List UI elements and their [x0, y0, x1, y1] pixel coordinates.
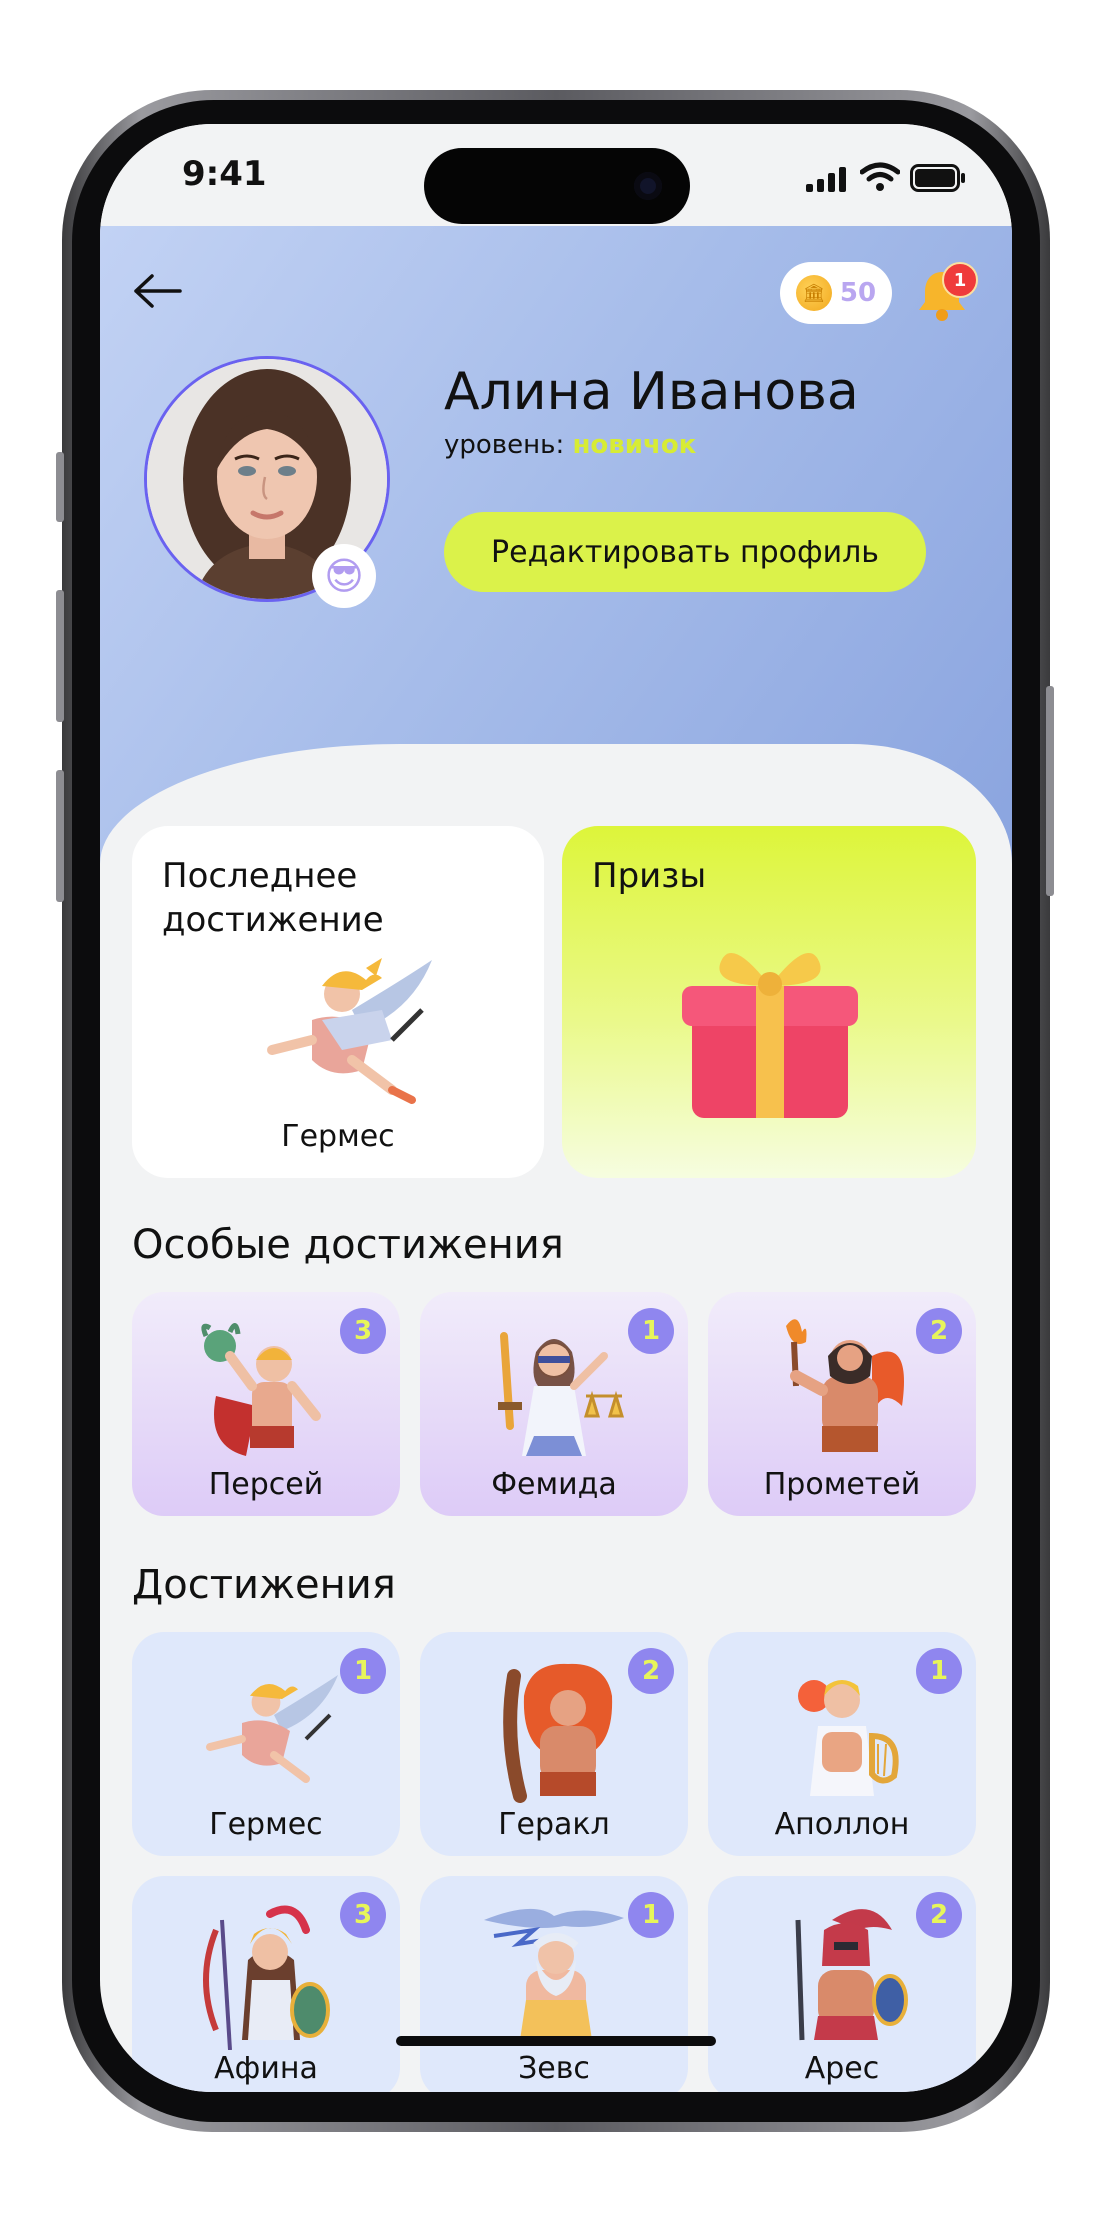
volume-down-button [56, 770, 64, 902]
special-achievement-themis[interactable]: 1 Фемида [420, 1292, 688, 1516]
user-level: уровень: новичок [444, 430, 696, 460]
prizes-card[interactable]: Призы [562, 826, 976, 1178]
tile-label: Гермес [209, 1807, 323, 1842]
themis-illustration [498, 1332, 625, 1456]
prizes-title: Призы [592, 856, 707, 896]
achievements-title: Достижения [132, 1562, 396, 1608]
count-badge: 2 [916, 1892, 962, 1938]
back-arrow-icon[interactable] [130, 264, 184, 318]
count-badge: 3 [340, 1892, 386, 1938]
apollo-illustration [798, 1680, 899, 1796]
volume-up-button [56, 590, 64, 722]
notification-badge: 1 [942, 262, 978, 298]
achievement-ares[interactable]: 2 Арес [708, 1876, 976, 2092]
coin-count: 50 [839, 278, 877, 308]
level-label: уровень: [444, 430, 565, 460]
home-indicator[interactable] [396, 2036, 716, 2046]
count-badge: 1 [628, 1892, 674, 1938]
tile-label: Зевс [518, 2051, 590, 2086]
achievement-athena[interactable]: 3 Афина [132, 1876, 400, 2092]
zeus-illustration [484, 1908, 624, 2040]
prometheus-illustration [786, 1319, 904, 1452]
perseus-illustration [201, 1323, 321, 1456]
coin-balance[interactable]: 🏛 50 [780, 262, 892, 324]
power-button [1046, 686, 1054, 896]
coin-icon: 🏛 [795, 275, 832, 311]
count-badge: 2 [628, 1648, 674, 1694]
hermes-illustration [267, 958, 432, 1104]
athena-illustration [203, 1905, 330, 2050]
gift-icon [682, 953, 858, 1118]
edit-profile-button[interactable]: Редактировать профиль [444, 512, 926, 592]
count-badge: 1 [916, 1648, 962, 1694]
tile-label: Афина [214, 2051, 318, 2086]
count-badge: 2 [916, 1308, 962, 1354]
mute-switch [56, 452, 64, 522]
count-badge: 3 [340, 1308, 386, 1354]
ares-illustration [795, 1909, 908, 2041]
count-badge: 1 [628, 1308, 674, 1354]
tile-label: Прометей [763, 1467, 921, 1502]
last-achievement-title-line1: Последнее [162, 856, 358, 896]
status-bar: 9:41 [100, 124, 1012, 226]
last-achievement-title-line2: достижение [162, 900, 384, 940]
tile-label: Геракл [498, 1807, 610, 1842]
last-achievement-card[interactable]: Последнее достижение Гермес [132, 826, 544, 1178]
user-name: Алина Иванова [444, 362, 859, 422]
count-badge: 1 [340, 1648, 386, 1694]
app-screen: 9:41 🏛 50 1 😎 Алина Иванова уровень: нов… [100, 124, 1012, 2092]
wifi-icon [860, 162, 900, 191]
smile-sunglasses-icon[interactable]: 😎 [312, 544, 376, 608]
hermes-illustration [206, 1675, 338, 1783]
heracles-illustration [503, 1663, 613, 1803]
battery-icon [910, 164, 965, 192]
achievement-zeus[interactable]: 1 Зевс [420, 1876, 688, 2092]
tile-label: Фемида [491, 1467, 617, 1502]
last-achievement-caption: Гермес [281, 1119, 395, 1154]
level-value: новичок [572, 430, 697, 460]
special-achievements-title: Особые достижения [132, 1222, 564, 1268]
tile-label: Персей [208, 1467, 324, 1502]
status-time: 9:41 [182, 154, 267, 194]
achievement-apollo[interactable]: 1 Аполлон [708, 1632, 976, 1856]
signal-icon [806, 167, 846, 192]
special-achievement-perseus[interactable]: 3 Персей [132, 1292, 400, 1516]
achievement-hermes[interactable]: 1 Гермес [132, 1632, 400, 1856]
tile-label: Арес [804, 2051, 880, 2086]
tile-label: Аполлон [774, 1807, 910, 1842]
last-achievement-title: Последнее достижение [162, 854, 384, 942]
special-achievement-prometheus[interactable]: 2 Прометей [708, 1292, 976, 1516]
dynamic-island [424, 148, 690, 224]
achievement-heracles[interactable]: 2 Геракл [420, 1632, 688, 1856]
